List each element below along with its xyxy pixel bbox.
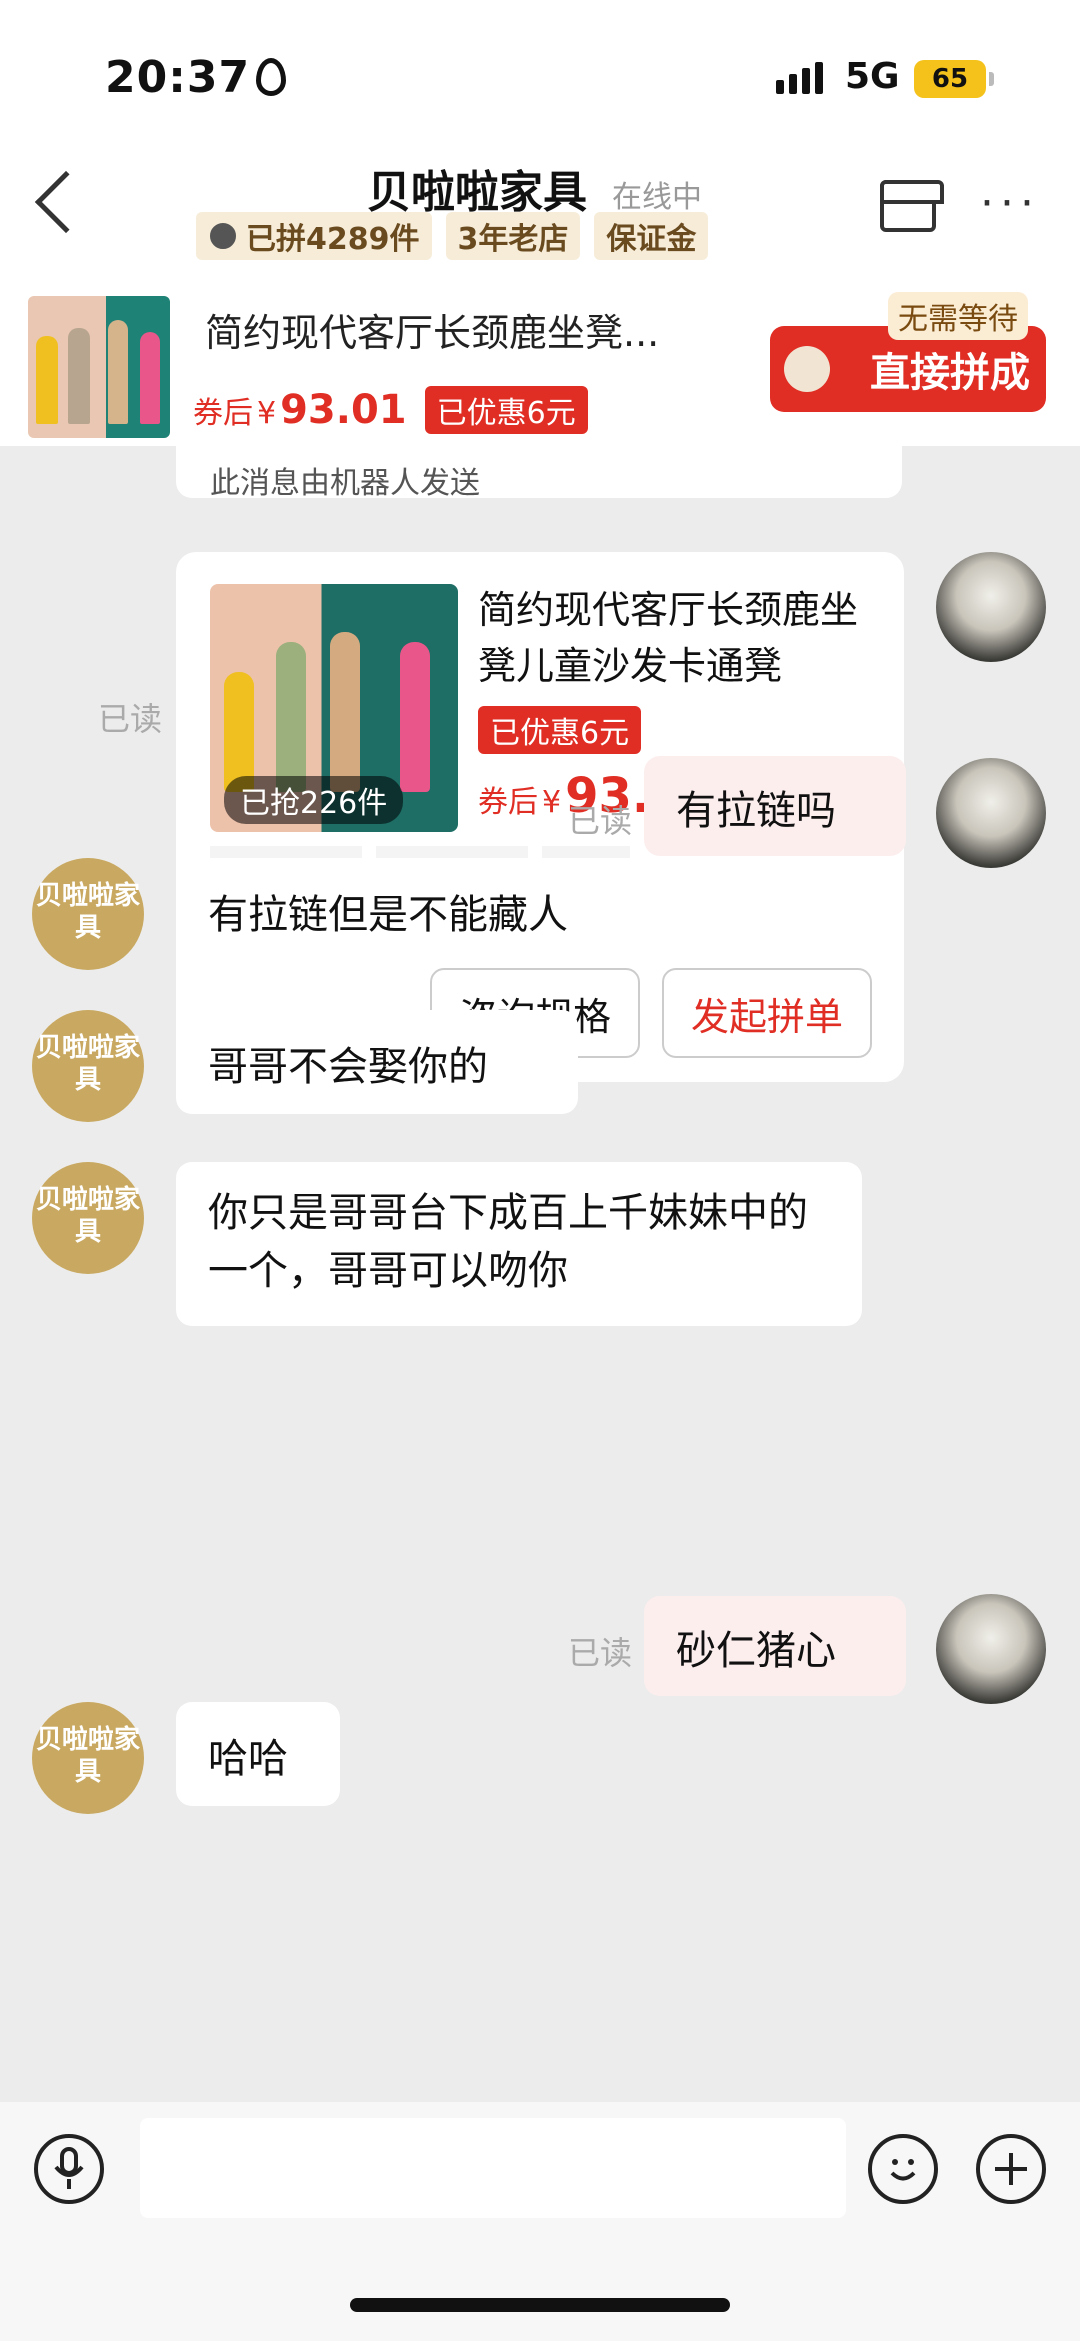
message-input[interactable] — [140, 2118, 846, 2218]
shop-avatar[interactable]: 贝啦啦家具 — [32, 1702, 144, 1814]
chat-header: 贝啦啦家具 在线中 已拼4289件 3年老店 保证金 ··· — [0, 150, 1080, 270]
message-bubble[interactable]: 哈哈 — [176, 1702, 340, 1806]
start-group-button[interactable]: 发起拼单 — [662, 968, 872, 1058]
emoji-icon[interactable] — [868, 2134, 938, 2204]
system-message-text: 此消息由机器人发送 — [210, 466, 480, 501]
message-text: 你只是哥哥台下成百上千妹妹中的一个，哥哥可以吻你 — [208, 1190, 808, 1294]
signal-icon — [776, 62, 823, 94]
price-prefix: 券后 — [193, 396, 253, 431]
price-value: 93.01 — [280, 387, 407, 433]
currency: ¥ — [257, 396, 277, 431]
chat-area[interactable]: 此消息由机器人发送 已抢226件 简约现代客厅长颈鹿坐凳儿童沙发卡通凳 已优惠6… — [0, 446, 1080, 2102]
shop-avatar[interactable]: 贝啦啦家具 — [32, 1010, 144, 1122]
shop-avatar[interactable]: 贝啦啦家具 — [32, 1162, 144, 1274]
discount-tag: 已优惠6元 — [424, 386, 588, 434]
message-bubble[interactable]: 你只是哥哥台下成百上千妹妹中的一个，哥哥可以吻你 — [176, 1162, 862, 1326]
network-type: 5G — [845, 56, 900, 97]
read-status: 已读 — [568, 802, 633, 840]
mic-icon[interactable] — [34, 2134, 104, 2204]
product-bar[interactable]: 简约现代客厅长颈鹿坐凳... 券后 ¥ 93.01 已优惠6元 直接拼成 无需等… — [0, 270, 1080, 446]
message-bubble[interactable]: 有拉链但是不能藏人 — [176, 858, 670, 962]
direct-group-label: 直接拼成 — [870, 350, 1030, 396]
shop-name[interactable]: 贝啦啦家具 — [367, 156, 587, 220]
currency: ¥ — [542, 785, 562, 820]
badge-deposit: 保证金 — [594, 212, 709, 260]
status-bar: 20:37 5G 65 — [0, 0, 1080, 150]
battery-level: 65 — [931, 64, 969, 94]
message-text: 有拉链吗 — [676, 788, 836, 834]
avatar[interactable] — [936, 552, 1046, 662]
product-thumbnail[interactable] — [28, 296, 170, 438]
avatar — [784, 346, 830, 392]
avatar — [208, 221, 238, 251]
badge-group-count: 已拼4289件 — [196, 212, 432, 260]
product-title[interactable]: 简约现代客厅长颈鹿坐凳... — [205, 302, 659, 357]
badge-label: 已拼4289件 — [246, 222, 420, 257]
read-status: 已读 — [568, 1634, 633, 1672]
message-bubble[interactable]: 有拉链吗 — [644, 756, 906, 856]
message-bubble[interactable]: 砂仁猪心 — [644, 1596, 906, 1696]
read-status: 已读 — [98, 700, 163, 738]
more-icon[interactable]: ··· — [980, 178, 1040, 229]
price-prefix: 券后 — [478, 785, 538, 820]
battery-icon: 65 — [914, 60, 994, 98]
store-icon[interactable] — [880, 180, 944, 232]
badge-shop-age: 3年老店 — [445, 212, 581, 260]
back-arrow-icon[interactable] — [34, 170, 98, 234]
avatar[interactable] — [936, 758, 1046, 868]
card-title[interactable]: 简约现代客厅长颈鹿坐凳儿童沙发卡通凳 — [478, 582, 878, 694]
product-price: 券后 ¥ 93.01 已优惠6元 — [193, 386, 588, 434]
home-indicator[interactable] — [350, 2298, 730, 2312]
message-text: 砂仁猪心 — [676, 1628, 836, 1674]
online-status: 在线中 — [612, 180, 702, 215]
flame-icon — [256, 58, 286, 96]
shop-avatar[interactable]: 贝啦啦家具 — [32, 858, 144, 970]
plus-icon[interactable] — [976, 2134, 1046, 2204]
message-bubble[interactable]: 哥哥不会娶你的 — [176, 1010, 578, 1114]
avatar[interactable] — [936, 1594, 1046, 1704]
no-wait-badge: 无需等待 — [888, 292, 1028, 340]
status-time: 20:37 — [105, 52, 251, 103]
card-product-image[interactable]: 已抢226件 — [210, 584, 458, 832]
grabbed-count: 已抢226件 — [224, 776, 404, 824]
message-text: 有拉链但是不能藏人 — [208, 892, 568, 938]
message-text: 哥哥不会娶你的 — [208, 1044, 488, 1090]
card-discount-tag: 已优惠6元 — [478, 706, 642, 754]
message-text: 哈哈 — [208, 1736, 288, 1782]
shop-badges: 已拼4289件 3年老店 保证金 — [196, 212, 709, 260]
